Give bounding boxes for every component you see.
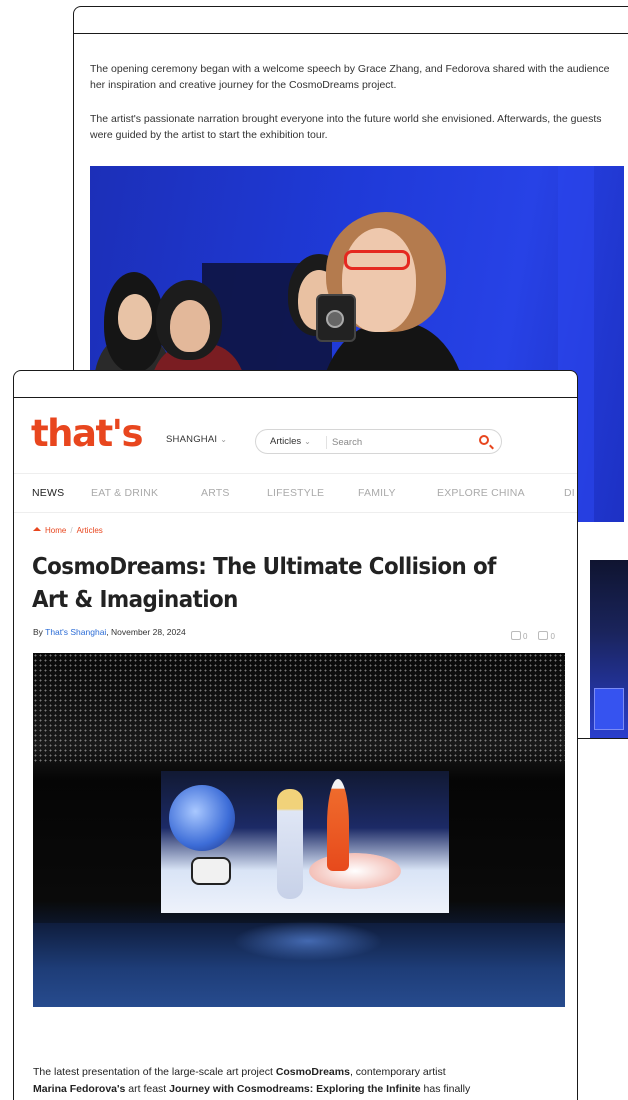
- comment-count: 0: [550, 632, 555, 641]
- body-text: , contemporary artist: [349, 1066, 446, 1078]
- share-icon[interactable]: [511, 631, 521, 640]
- light-ceiling: [33, 653, 565, 763]
- body-text: The latest presentation of the large-sca…: [33, 1066, 276, 1078]
- breadcrumb-articles[interactable]: Articles: [77, 526, 103, 535]
- exhibition-photo-partial: [590, 560, 628, 738]
- back-window-titlebar: [74, 7, 628, 34]
- front-window-titlebar: [14, 371, 577, 398]
- nav-item-lifestyle[interactable]: LIFESTYLE: [267, 487, 324, 499]
- author-link[interactable]: That's Shanghai: [45, 627, 106, 637]
- home-icon: [33, 527, 41, 531]
- main-nav: NEWS EAT & DRINK ARTS LIFESTYLE FAMILY E…: [14, 473, 577, 513]
- exhibition-screen: [594, 688, 624, 730]
- chevron-down-icon: ⌄: [220, 435, 228, 444]
- nav-item-partial[interactable]: DI: [564, 487, 575, 499]
- nav-item-arts[interactable]: ARTS: [201, 487, 230, 499]
- camera-lens: [326, 310, 344, 328]
- article-counters: 00: [511, 630, 555, 641]
- search-divider: [326, 436, 327, 449]
- city-selector[interactable]: SHANGHAI ⌄: [166, 434, 227, 445]
- rocket-smoke: [309, 853, 401, 889]
- projection-screen: [161, 771, 449, 913]
- rocket-illustration: [327, 779, 349, 871]
- article-byline: By That's Shanghai, November 28, 2024: [33, 627, 186, 637]
- front-article-window: that's SHANGHAI⌄ Articles⌄ NEWS EAT & DR…: [13, 370, 578, 1100]
- astronaut-illustration: [277, 789, 303, 899]
- breadcrumb-separator: /: [70, 526, 73, 535]
- red-glasses: [344, 250, 410, 270]
- search-filter-label: Articles: [270, 436, 302, 447]
- city-label: SHANGHAI: [166, 434, 218, 445]
- search-input[interactable]: [332, 434, 472, 450]
- body-bold: Journey with Cosmodreams: Exploring the …: [169, 1083, 421, 1095]
- thats-logo[interactable]: that's: [31, 412, 144, 456]
- nav-item-explore-china[interactable]: EXPLORE CHINA: [437, 487, 525, 499]
- body-text: art feast: [125, 1083, 170, 1095]
- guest-face: [118, 294, 152, 340]
- search-bar: Articles ⌄: [255, 429, 502, 454]
- article-hero-image: [33, 653, 565, 1007]
- guest-face: [170, 300, 210, 352]
- nav-item-news[interactable]: NEWS: [32, 487, 64, 499]
- back-paragraph-2: The artist's passionate narration brough…: [90, 113, 602, 141]
- search-icon[interactable]: [479, 435, 489, 445]
- share-count: 0: [523, 632, 528, 641]
- chevron-down-icon: ⌄: [304, 437, 311, 446]
- body-text: has finally: [420, 1083, 471, 1095]
- body-bold: CosmoDreams: [275, 1066, 350, 1078]
- article-body-paragraph: The latest presentation of the large-sca…: [33, 1064, 563, 1098]
- search-filter-dropdown[interactable]: Articles ⌄: [270, 436, 311, 447]
- comment-icon[interactable]: [538, 631, 549, 640]
- article-title: CosmoDreams: The Ultimate Collision of A…: [32, 554, 496, 613]
- breadcrumb: Home / Articles: [33, 526, 103, 535]
- breadcrumb-home[interactable]: Home: [45, 526, 66, 535]
- nav-item-family[interactable]: FAMILY: [358, 487, 396, 499]
- floor-reflection: [233, 921, 383, 961]
- nav-item-eat-drink[interactable]: EAT & DRINK: [91, 487, 158, 499]
- publish-date: , November 28, 2024: [106, 627, 186, 637]
- rover-illustration: [191, 857, 231, 885]
- planet-illustration: [169, 785, 235, 851]
- back-paragraph-1: The opening ceremony began with a welcom…: [90, 63, 610, 91]
- byline-prefix: By: [33, 627, 46, 637]
- body-bold: Marina Fedorova's: [33, 1083, 126, 1095]
